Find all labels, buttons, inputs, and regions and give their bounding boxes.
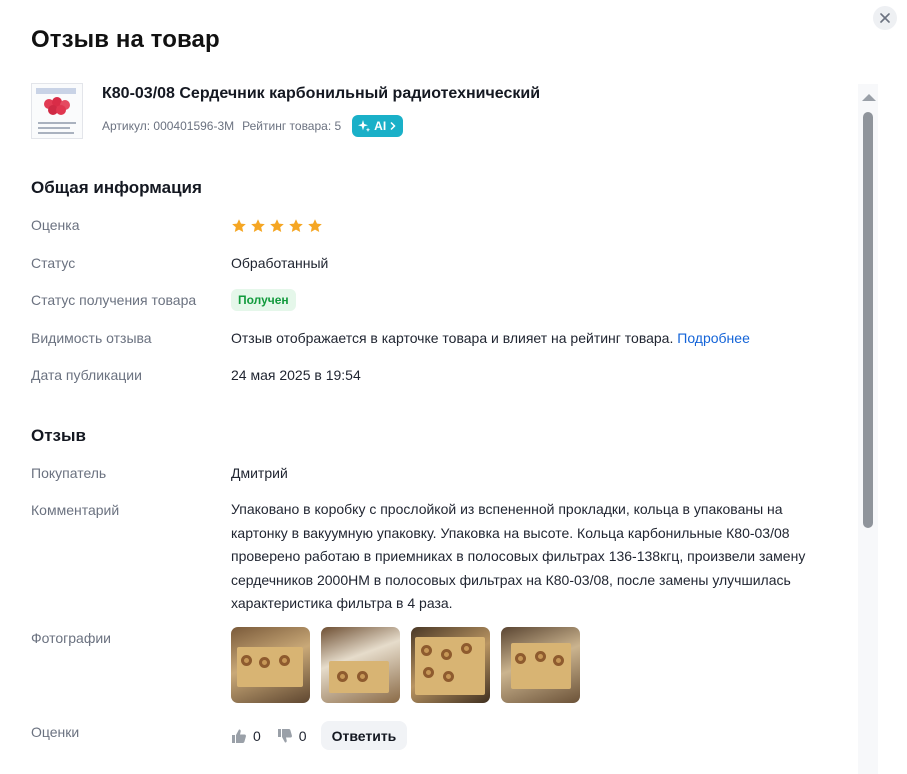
received-badge: Получен [231, 289, 296, 311]
details-link[interactable]: Подробнее [677, 330, 750, 346]
scroll-up-arrow-icon[interactable] [862, 94, 876, 101]
thumbs-up-icon [232, 729, 246, 743]
product-rating: Рейтинг товара: 5 [242, 119, 342, 133]
star-icon [308, 219, 322, 232]
general-info-heading: Общая информация [31, 178, 202, 197]
close-icon [880, 13, 890, 23]
review-photo[interactable] [501, 627, 580, 703]
publish-date-label: Дата публикации [31, 367, 142, 383]
comment-text: Упаковано в коробку с прослойкой из вспе… [231, 501, 806, 612]
visibility-label: Видимость отзыва [31, 330, 152, 346]
photos-label: Фотографии [31, 630, 112, 646]
rating-label: Оценка [31, 217, 80, 233]
receipt-status-label: Статус получения товара [31, 292, 197, 308]
product-card: К80-03/08 Сердечник карбонильный радиоте… [31, 81, 831, 141]
photo-gallery [231, 627, 580, 703]
review-photo[interactable] [231, 627, 310, 703]
status-value: Обработанный [231, 255, 329, 271]
buyer-label: Покупатель [31, 465, 107, 481]
visibility-text: Отзыв отображается в карточке товара и в… [231, 330, 674, 346]
review-photo[interactable] [321, 627, 400, 703]
sparkle-icon [358, 120, 371, 132]
review-heading: Отзыв [31, 426, 86, 445]
votes-label: Оценки [31, 724, 80, 740]
product-name[interactable]: К80-03/08 Сердечник карбонильный радиоте… [102, 85, 540, 103]
visibility-value: Отзыв отображается в карточке товара и в… [231, 330, 750, 346]
like-count: 0 [253, 727, 261, 744]
like-button[interactable]: 0 [231, 728, 261, 744]
scrollbar[interactable] [858, 84, 878, 774]
thumbs-down-icon [277, 728, 292, 742]
status-label: Статус [31, 255, 76, 271]
page-title: Отзыв на товар [31, 26, 220, 53]
comment-label: Комментарий [31, 502, 120, 518]
star-icon [251, 219, 265, 232]
star-icon [270, 219, 284, 232]
ai-button[interactable]: AI [352, 115, 404, 137]
star-icon [289, 219, 303, 232]
product-article: Артикул: 000401596-3М [102, 119, 235, 133]
close-button[interactable] [873, 6, 897, 30]
rating-stars [231, 218, 323, 234]
chevron-right-icon [390, 121, 396, 131]
votes-row: 0 0 Ответить [231, 721, 408, 750]
star-icon [232, 219, 246, 232]
ai-label: AI [374, 119, 387, 133]
reply-button[interactable]: Ответить [320, 721, 408, 750]
publish-date-value: 24 мая 2025 в 19:54 [231, 367, 361, 383]
review-scroll-area[interactable]: К80-03/08 Сердечник карбонильный радиоте… [0, 70, 860, 774]
scrollbar-thumb[interactable] [863, 112, 873, 528]
dislike-button[interactable]: 0 [277, 728, 307, 744]
dislike-count: 0 [298, 727, 307, 744]
review-photo[interactable] [411, 627, 490, 703]
buyer-value: Дмитрий [231, 465, 288, 481]
product-thumbnail[interactable] [31, 83, 83, 139]
